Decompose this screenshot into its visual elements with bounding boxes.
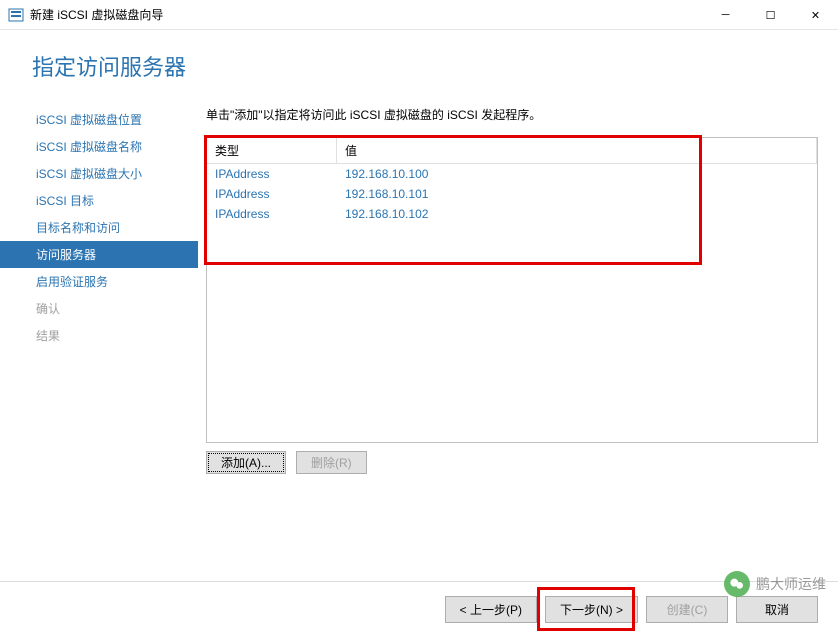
sidebar-item-5[interactable]: 访问服务器: [0, 241, 198, 268]
titlebar: 新建 iSCSI 虚拟磁盘向导 ─ ☐ ✕: [0, 0, 838, 30]
previous-button[interactable]: < 上一步(P): [445, 596, 537, 623]
cell-value: 192.168.10.100: [337, 164, 817, 184]
table-row[interactable]: IPAddress192.168.10.100: [207, 164, 817, 184]
initiators-table: 类型 值 IPAddress192.168.10.100IPAddress192…: [206, 137, 818, 443]
cancel-button[interactable]: 取消: [736, 596, 818, 623]
sidebar: iSCSI 虚拟磁盘位置iSCSI 虚拟磁盘名称iSCSI 虚拟磁盘大小iSCS…: [0, 106, 190, 474]
window-title: 新建 iSCSI 虚拟磁盘向导: [30, 6, 703, 23]
sidebar-item-1[interactable]: iSCSI 虚拟磁盘名称: [32, 133, 190, 160]
maximize-button[interactable]: ☐: [748, 0, 793, 30]
header: 指定访问服务器: [0, 30, 838, 106]
table-row[interactable]: IPAddress192.168.10.102: [207, 204, 817, 224]
add-button[interactable]: 添加(A)...: [206, 451, 286, 474]
table-header: 类型 值: [207, 138, 817, 164]
instruction-text: 单击"添加"以指定将访问此 iSCSI 虚拟磁盘的 iSCSI 发起程序。: [206, 106, 818, 123]
column-header-value[interactable]: 值: [337, 138, 817, 163]
page-title: 指定访问服务器: [32, 50, 838, 82]
next-button[interactable]: 下一步(N) >: [545, 596, 638, 623]
app-icon: [8, 7, 24, 23]
sidebar-item-6[interactable]: 启用验证服务: [32, 268, 190, 295]
table-actions: 添加(A)... 删除(R): [206, 451, 818, 474]
sidebar-item-3[interactable]: iSCSI 目标: [32, 187, 190, 214]
close-button[interactable]: ✕: [793, 0, 838, 30]
table-body[interactable]: IPAddress192.168.10.100IPAddress192.168.…: [207, 164, 817, 442]
content: iSCSI 虚拟磁盘位置iSCSI 虚拟磁盘名称iSCSI 虚拟磁盘大小iSCS…: [0, 106, 838, 474]
create-button: 创建(C): [646, 596, 728, 623]
wizard-footer: < 上一步(P) 下一步(N) > 创建(C) 取消: [0, 581, 838, 637]
window-controls: ─ ☐ ✕: [703, 0, 838, 29]
column-header-type[interactable]: 类型: [207, 138, 337, 163]
sidebar-item-0[interactable]: iSCSI 虚拟磁盘位置: [32, 106, 190, 133]
sidebar-item-8: 结果: [32, 322, 190, 349]
main-panel: 单击"添加"以指定将访问此 iSCSI 虚拟磁盘的 iSCSI 发起程序。 类型…: [190, 106, 818, 474]
cell-value: 192.168.10.102: [337, 204, 817, 224]
cell-type: IPAddress: [207, 204, 337, 224]
sidebar-item-2[interactable]: iSCSI 虚拟磁盘大小: [32, 160, 190, 187]
cell-type: IPAddress: [207, 164, 337, 184]
table-row[interactable]: IPAddress192.168.10.101: [207, 184, 817, 204]
sidebar-item-7: 确认: [32, 295, 190, 322]
minimize-button[interactable]: ─: [703, 0, 748, 30]
sidebar-item-4[interactable]: 目标名称和访问: [32, 214, 190, 241]
cell-value: 192.168.10.101: [337, 184, 817, 204]
cell-type: IPAddress: [207, 184, 337, 204]
remove-button: 删除(R): [296, 451, 367, 474]
